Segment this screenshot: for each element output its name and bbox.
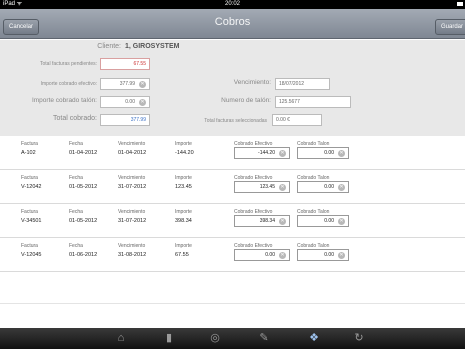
cliente-value: 1, GIROSYSTEM [125,43,180,50]
total-pending-field: 67.55 [100,58,150,70]
clear-cash-collected-icon[interactable]: ✕ [279,184,286,191]
vencimiento-header: Vencimiento [118,209,146,215]
clear-check-icon[interactable]: ✕ [139,99,146,106]
total-pending-label: Total facturas pendientes: [40,61,97,67]
invoice-amount: 67.55 [175,252,189,258]
factura-header: Factura [21,141,38,147]
fecha-header: Fecha [69,209,83,215]
check-amount-label: Importe cobrado talón: [31,97,97,104]
table-row[interactable]: Factura Fecha Vencimiento Importe Cobrado Ef… [0,136,465,170]
importe-header: Importe [175,141,192,147]
invoice-date: 01-04-2012 [69,150,98,156]
invoice-due-date: 31-07-2012 [118,218,147,224]
factura-header: Factura [21,243,38,249]
invoice-date: 01-05-2012 [69,218,98,224]
fecha-header: Fecha [69,141,83,147]
clear-cash-icon[interactable]: ✕ [139,81,146,88]
clear-check-collected-icon[interactable]: ✕ [338,218,345,225]
edit-icon[interactable]: ✎ [255,330,273,347]
importe-header: Importe [175,209,192,215]
navigation-bar: Cancelar Cobros Guardar [0,9,465,39]
fecha-header: Fecha [69,175,83,181]
divider [0,303,465,304]
book-icon[interactable]: ▮ [160,330,178,347]
due-date-label: Vencimiento: [233,79,271,86]
clear-cash-collected-icon[interactable]: ✕ [279,150,286,157]
invoice-date: 01-06-2012 [69,252,98,258]
invoice-amount: 398.34 [175,218,192,224]
invoice-amount: 123.45 [175,184,192,190]
vencimiento-header: Vencimiento [118,243,146,249]
clear-check-collected-icon[interactable]: ✕ [338,252,345,259]
status-bar: iPad ᯤ 20:02 [0,0,465,9]
factura-header: Factura [21,209,38,215]
total-collected-field: 377.99 [100,114,150,126]
table-row[interactable]: Factura Fecha Vencimiento Importe Cobrado Ef… [0,238,465,272]
refresh-icon[interactable]: ↻ [350,330,368,347]
importe-header: Importe [175,243,192,249]
fecha-header: Fecha [69,243,83,249]
importe-header: Importe [175,175,192,181]
dashboard-icon[interactable]: ◎ [206,330,224,347]
total-selected-label: Total facturas seleccionadas [204,118,267,124]
vencimiento-header: Vencimiento [118,141,146,147]
money-icon[interactable]: ❖ [305,330,323,347]
factura-header: Factura [21,175,38,181]
invoice-date: 01-05-2012 [69,184,98,190]
clear-cash-collected-icon[interactable]: ✕ [279,218,286,225]
save-button[interactable]: Guardar [434,19,465,35]
clear-cash-collected-icon[interactable]: ✕ [279,252,286,259]
vencimiento-header: Vencimiento [118,175,146,181]
invoice-due-date: 01-04-2012 [118,150,147,156]
invoice-number: A-102 [21,150,36,156]
tab-bar: ⌂ ▮ ◎ ✎ ❖ ↻ [0,328,465,349]
invoice-number: V-12042 [21,184,42,190]
table-row[interactable]: Factura Fecha Vencimiento Importe Cobrado Ef… [0,204,465,238]
cliente-label: Cliente: [97,43,121,50]
invoice-amount: -144.20 [175,150,194,156]
check-number-input[interactable]: 125.5677 [275,96,351,108]
payment-summary-panel: Cliente: 1, GIROSYSTEM Total facturas pe… [0,40,465,136]
total-collected-label: Total cobrado: [53,115,97,122]
invoice-due-date: 31-08-2012 [118,252,147,258]
status-time: 20:02 [224,1,240,7]
clear-check-collected-icon[interactable]: ✕ [338,184,345,191]
total-selected-field: 0.00 € [272,114,322,126]
invoice-number: V-34501 [21,218,42,224]
home-icon[interactable]: ⌂ [112,330,130,347]
due-date-input[interactable]: 18/07/2012 [275,78,330,90]
battery-icon [457,2,463,6]
invoice-number: V-12045 [21,252,42,258]
page-title: Cobros [214,16,251,28]
invoice-due-date: 31-07-2012 [118,184,147,190]
check-number-label: Numero de talón: [221,97,271,104]
clear-check-collected-icon[interactable]: ✕ [338,150,345,157]
table-row[interactable]: Factura Fecha Vencimiento Importe Cobrado Ef… [0,170,465,204]
cash-amount-label: Importe cobrado efectivo: [40,81,97,87]
